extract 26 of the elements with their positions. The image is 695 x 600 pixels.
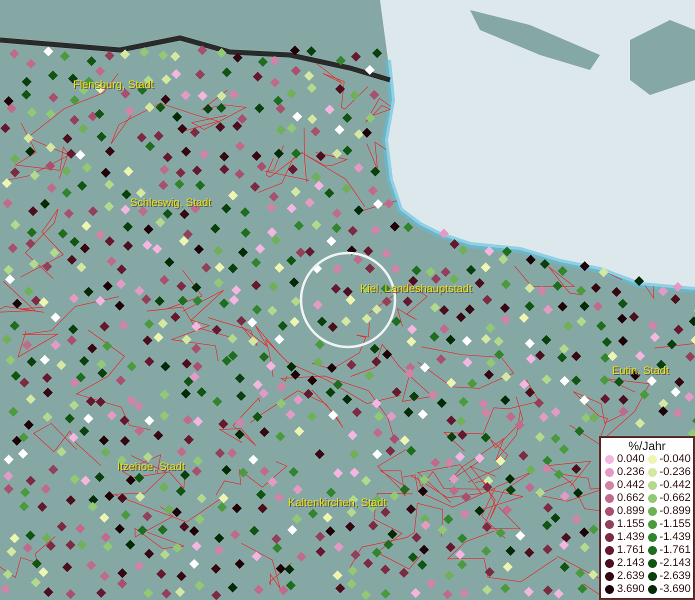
legend-label: 2.639 (617, 570, 645, 583)
legend-label: 2.143 (617, 557, 645, 570)
place-label: Schleswig, Stadt (130, 197, 212, 210)
legend-label: -1.761 (660, 544, 691, 557)
legend-label: -0.040 (660, 453, 691, 466)
legend-label: 3.690 (617, 583, 645, 596)
legend-title: %/Jahr (627, 439, 667, 453)
legend-label: 1.761 (617, 544, 645, 557)
legend-label: -0.236 (660, 466, 691, 479)
legend-label: 0.899 (617, 505, 645, 518)
legend-label: -2.143 (660, 557, 691, 570)
legend-label: 0.040 (617, 453, 645, 466)
legend-label: 0.442 (617, 479, 645, 492)
place-label: Kaltenkirchen, Stadt (288, 497, 386, 510)
legend-label: 0.662 (617, 492, 645, 505)
legend-label: 1.155 (617, 518, 645, 531)
legend-label: -3.690 (660, 583, 691, 596)
legend-label: -2.639 (660, 570, 691, 583)
legend-label: -0.442 (660, 479, 691, 492)
legend-label: -0.899 (660, 505, 691, 518)
legend-label: -0.662 (660, 492, 691, 505)
legend-label: -1.155 (660, 518, 691, 531)
legend-label: 0.236 (617, 466, 645, 479)
place-label: Eutin, Stadt (612, 365, 669, 378)
legend-label: -1.439 (660, 531, 691, 544)
legend-label: 1.439 (617, 531, 645, 544)
